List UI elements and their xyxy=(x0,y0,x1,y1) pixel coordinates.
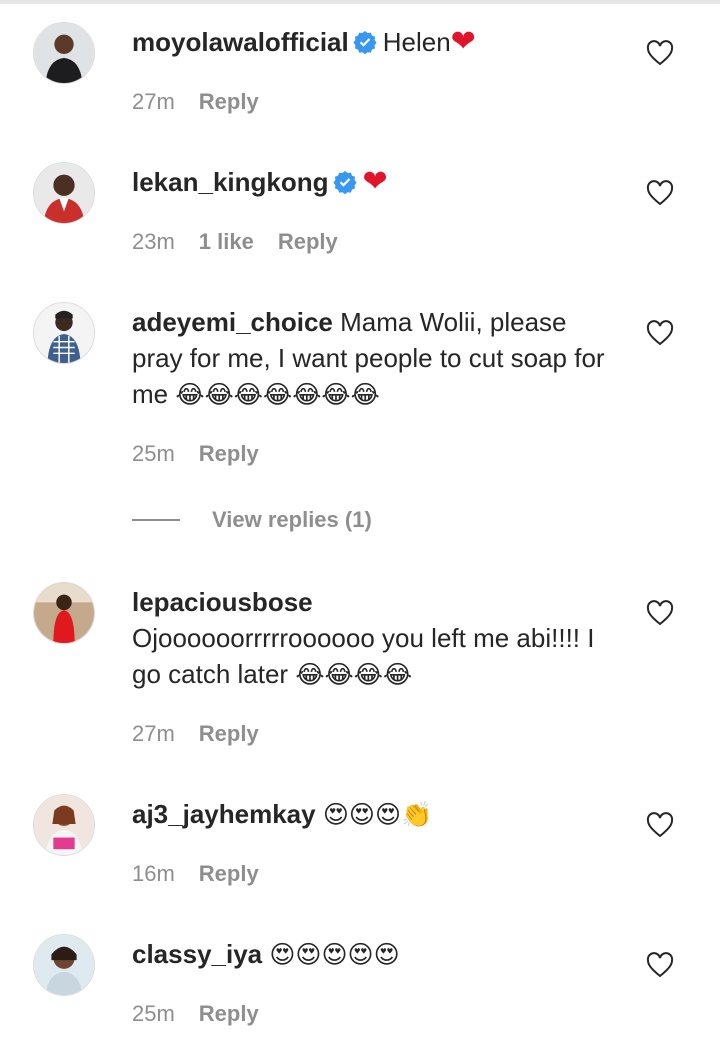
timestamp: 23m xyxy=(132,229,175,254)
avatar[interactable] xyxy=(33,582,95,644)
reply-button[interactable]: Reply xyxy=(199,89,259,114)
username[interactable]: aj3_jayhemkay xyxy=(132,799,316,829)
reply-button[interactable]: Reply xyxy=(199,441,259,466)
heart-outline-icon[interactable] xyxy=(646,320,674,346)
timestamp: 27m xyxy=(132,89,175,114)
comment-meta: 25m Reply xyxy=(132,441,259,467)
comment-text: lekan_kingkong ❤ xyxy=(132,164,612,200)
comment-text: lepaciousbose Ojoooooorrrrroooooo you lef… xyxy=(132,584,612,693)
comment-meta: 25m Reply xyxy=(132,1001,259,1027)
verified-badge-icon xyxy=(353,30,377,54)
reply-button[interactable]: Reply xyxy=(199,1001,259,1026)
username[interactable]: adeyemi_choice xyxy=(132,307,333,337)
heart-outline-icon[interactable] xyxy=(646,40,674,66)
timestamp: 16m xyxy=(132,861,175,886)
heart-emoji: ❤ xyxy=(362,164,388,199)
reply-button[interactable]: Reply xyxy=(199,861,259,886)
comment-body: Helen xyxy=(382,27,451,57)
username[interactable]: lepaciousbose xyxy=(132,587,313,617)
top-divider xyxy=(0,0,720,4)
heart-outline-icon[interactable] xyxy=(646,812,674,838)
heart-outline-icon[interactable] xyxy=(646,600,674,626)
laughing-emoji: 😂😂😂😂😂😂😂 xyxy=(175,380,380,409)
comment-meta: 23m 1 like Reply xyxy=(132,229,338,255)
comment-text: adeyemi_choice Mama Wolii, please pray f… xyxy=(132,304,612,413)
avatar[interactable] xyxy=(33,302,95,364)
heart-eyes-emoji: 😍😍😍👏 xyxy=(322,800,433,829)
reply-button[interactable]: Reply xyxy=(278,229,338,254)
username[interactable]: lekan_kingkong xyxy=(132,167,329,197)
comment-meta: 27m Reply xyxy=(132,89,259,115)
view-replies-button[interactable]: View replies (1) xyxy=(132,506,372,534)
comment-text: moyolawalofficial Helen❤ xyxy=(132,24,612,60)
timestamp: 25m xyxy=(132,441,175,466)
username[interactable]: moyolawalofficial xyxy=(132,27,349,57)
avatar[interactable] xyxy=(33,22,95,84)
like-count[interactable]: 1 like xyxy=(199,229,254,254)
comment-text: classy_iya 😍😍😍😍😍 xyxy=(132,936,612,973)
view-replies-label: View replies (1) xyxy=(212,507,372,532)
heart-eyes-emoji: 😍😍😍😍😍 xyxy=(269,940,400,969)
heart-outline-icon[interactable] xyxy=(646,180,674,206)
avatar[interactable] xyxy=(33,162,95,224)
avatar[interactable] xyxy=(33,794,95,856)
reply-button[interactable]: Reply xyxy=(199,721,259,746)
comment-meta: 16m Reply xyxy=(132,861,259,887)
laughing-emoji: 😂😂😂😂 xyxy=(295,660,413,689)
heart-outline-icon[interactable] xyxy=(646,952,674,978)
comment-meta: 27m Reply xyxy=(132,721,259,747)
heart-emoji: ❤ xyxy=(450,24,476,59)
avatar[interactable] xyxy=(33,934,95,996)
verified-badge-icon xyxy=(332,170,357,194)
reply-thread-line xyxy=(132,519,180,521)
timestamp: 27m xyxy=(132,721,175,746)
timestamp: 25m xyxy=(132,1001,175,1026)
username[interactable]: classy_iya xyxy=(132,939,262,969)
comment-text: aj3_jayhemkay 😍😍😍👏 xyxy=(132,796,612,833)
